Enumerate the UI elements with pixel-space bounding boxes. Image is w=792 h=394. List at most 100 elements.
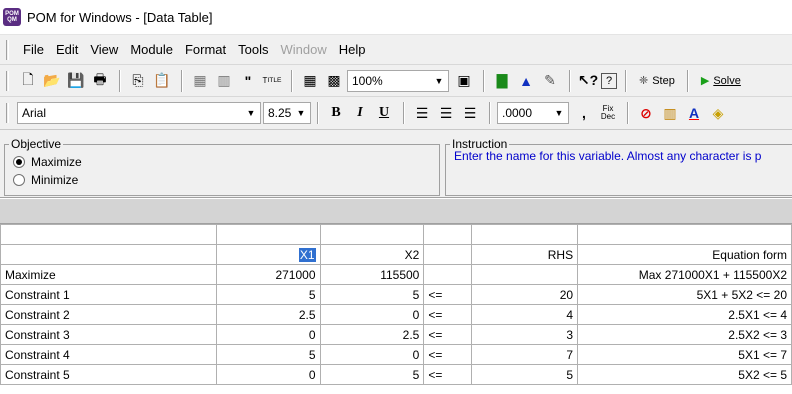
underline-icon[interactable]: U <box>373 102 395 124</box>
table-cell[interactable] <box>0 224 217 245</box>
quote-icon[interactable]: " <box>237 70 259 92</box>
menu-window[interactable]: Window <box>274 42 332 57</box>
no-color-icon[interactable]: ⊘ <box>635 102 657 124</box>
triangle-icon[interactable]: ▲ <box>515 70 537 92</box>
header-cell-x1[interactable]: X1 <box>215 244 321 265</box>
grid-icon[interactable]: ▦ <box>299 70 321 92</box>
italic-icon[interactable]: I <box>349 102 371 124</box>
font-select[interactable]: Arial ▼ <box>17 102 261 124</box>
standard-toolbar: 🗋 📂 💾 🖶 ⎘ 📋 ▦ ▥ " T ITLE ▦ ▩ 100% ▼ ▣ ▇ ▲… <box>0 64 792 96</box>
rhs-cell[interactable]: 20 <box>471 284 579 305</box>
sign-cell[interactable]: <= <box>423 304 473 325</box>
row-label-cell[interactable]: Constraint 5 <box>0 364 217 385</box>
row-label-cell[interactable]: Constraint 2 <box>0 304 217 325</box>
align-right-icon[interactable]: ☰ <box>459 102 481 124</box>
table-cell[interactable] <box>423 224 473 245</box>
radio-selected-icon <box>13 156 25 168</box>
decimals-select[interactable]: .0000 ▼ <box>497 102 569 124</box>
save-icon[interactable]: 💾 <box>65 70 87 92</box>
insert-columns-icon[interactable]: ▥ <box>213 70 235 92</box>
row-label-cell[interactable]: Constraint 1 <box>0 284 217 305</box>
header-cell[interactable] <box>0 244 217 265</box>
options-panel: Objective Maximize Minimize Instruction … <box>0 130 792 198</box>
insert-rows-icon[interactable]: ▦ <box>189 70 211 92</box>
x1-cell[interactable]: 5 <box>215 344 321 365</box>
header-cell[interactable] <box>423 244 473 265</box>
menu-help[interactable]: Help <box>333 42 372 57</box>
x2-cell[interactable]: 0 <box>319 344 425 365</box>
x2-cell[interactable]: 5 <box>319 364 425 385</box>
table-cell[interactable] <box>215 224 321 245</box>
rhs-cell[interactable]: 4 <box>471 304 579 325</box>
step-button[interactable]: ❈ Step <box>633 69 681 93</box>
rhs-cell[interactable]: 5 <box>471 364 579 385</box>
menu-edit[interactable]: Edit <box>50 42 84 57</box>
font-color-icon[interactable]: A <box>683 102 705 124</box>
header-cell-rhs[interactable]: RHS <box>471 244 579 265</box>
menu-tools[interactable]: Tools <box>232 42 274 57</box>
table-cell[interactable] <box>577 224 792 245</box>
x2-cell[interactable]: 2.5 <box>319 324 425 345</box>
menu-module[interactable]: Module <box>124 42 179 57</box>
equation-cell[interactable]: Max 271000X1 + 115500X2 <box>577 264 792 285</box>
pen-icon[interactable]: ✎ <box>539 70 561 92</box>
x1-cell[interactable]: 2.5 <box>215 304 321 325</box>
equation-cell[interactable]: 5X2 <= 5 <box>577 364 792 385</box>
font-value: Arial <box>22 106 47 120</box>
row-label-cell[interactable]: Maximize <box>0 264 217 285</box>
new-file-icon[interactable]: 🗋 <box>17 70 39 92</box>
sign-cell[interactable]: <= <box>423 324 473 345</box>
grid-lines-icon[interactable]: ▩ <box>323 70 345 92</box>
open-folder-icon[interactable]: 📂 <box>41 70 63 92</box>
row-label-cell[interactable]: Constraint 4 <box>0 344 217 365</box>
fill-color-icon[interactable]: ◈ <box>707 102 729 124</box>
equation-cell[interactable]: 5X1 <= 7 <box>577 344 792 365</box>
menu-format[interactable]: Format <box>179 42 232 57</box>
x1-cell[interactable]: 0 <box>215 364 321 385</box>
toolbar-separator <box>686 69 689 92</box>
equation-cell[interactable]: 2.5X1 <= 4 <box>577 304 792 325</box>
menu-view[interactable]: View <box>84 42 124 57</box>
header-cell-equation[interactable]: Equation form <box>577 244 792 265</box>
maximize-radio[interactable]: Maximize <box>13 155 82 169</box>
row-label-cell[interactable]: Constraint 3 <box>0 324 217 345</box>
equation-cell[interactable]: 2.5X2 <= 3 <box>577 324 792 345</box>
zoom-select[interactable]: 100% ▼ <box>347 69 449 92</box>
align-left-icon[interactable]: ☰ <box>411 102 433 124</box>
table-cell[interactable] <box>471 224 579 245</box>
app-icon: POM QM <box>3 8 21 26</box>
header-cell-x2[interactable]: X2 <box>319 244 425 265</box>
x1-cell[interactable]: 5 <box>215 284 321 305</box>
x2-cell[interactable]: 5 <box>319 284 425 305</box>
table-cell[interactable] <box>319 224 425 245</box>
bold-icon[interactable]: B <box>325 102 347 124</box>
solve-button[interactable]: ▶ Solve <box>695 69 747 93</box>
rhs-cell[interactable] <box>471 264 579 285</box>
chart-icon[interactable]: ▇ <box>491 70 513 92</box>
sign-cell[interactable]: <= <box>423 364 473 385</box>
minimize-radio[interactable]: Minimize <box>13 173 78 187</box>
comma-icon[interactable]: , <box>573 102 595 124</box>
align-center-icon[interactable]: ☰ <box>435 102 457 124</box>
paste-icon[interactable]: 📋 <box>151 70 173 92</box>
window-icon[interactable]: ▣ <box>453 70 475 92</box>
x2-cell[interactable]: 115500 <box>319 264 425 285</box>
x2-cell[interactable]: 0 <box>319 304 425 325</box>
print-icon[interactable]: 🖶 <box>89 70 111 92</box>
title-icon[interactable]: T ITLE <box>261 70 283 92</box>
x1-cell[interactable]: 271000 <box>215 264 321 285</box>
rhs-cell[interactable]: 3 <box>471 324 579 345</box>
copy-icon[interactable]: ⎘ <box>127 70 149 92</box>
help-icon[interactable]: ? <box>601 72 617 89</box>
rhs-cell[interactable]: 7 <box>471 344 579 365</box>
equation-cell[interactable]: 5X1 + 5X2 <= 20 <box>577 284 792 305</box>
sign-cell[interactable] <box>423 264 473 285</box>
x1-cell[interactable]: 0 <box>215 324 321 345</box>
font-size-select[interactable]: 8.25 ▼ <box>263 102 311 124</box>
sign-cell[interactable]: <= <box>423 284 473 305</box>
sign-cell[interactable]: <= <box>423 344 473 365</box>
menu-file[interactable]: File <box>17 42 50 57</box>
color-palette-icon[interactable]: ▥ <box>659 102 681 124</box>
fix-dec-button[interactable]: Fix Dec <box>597 102 619 124</box>
help-pointer-icon[interactable]: ↖? <box>577 70 599 92</box>
